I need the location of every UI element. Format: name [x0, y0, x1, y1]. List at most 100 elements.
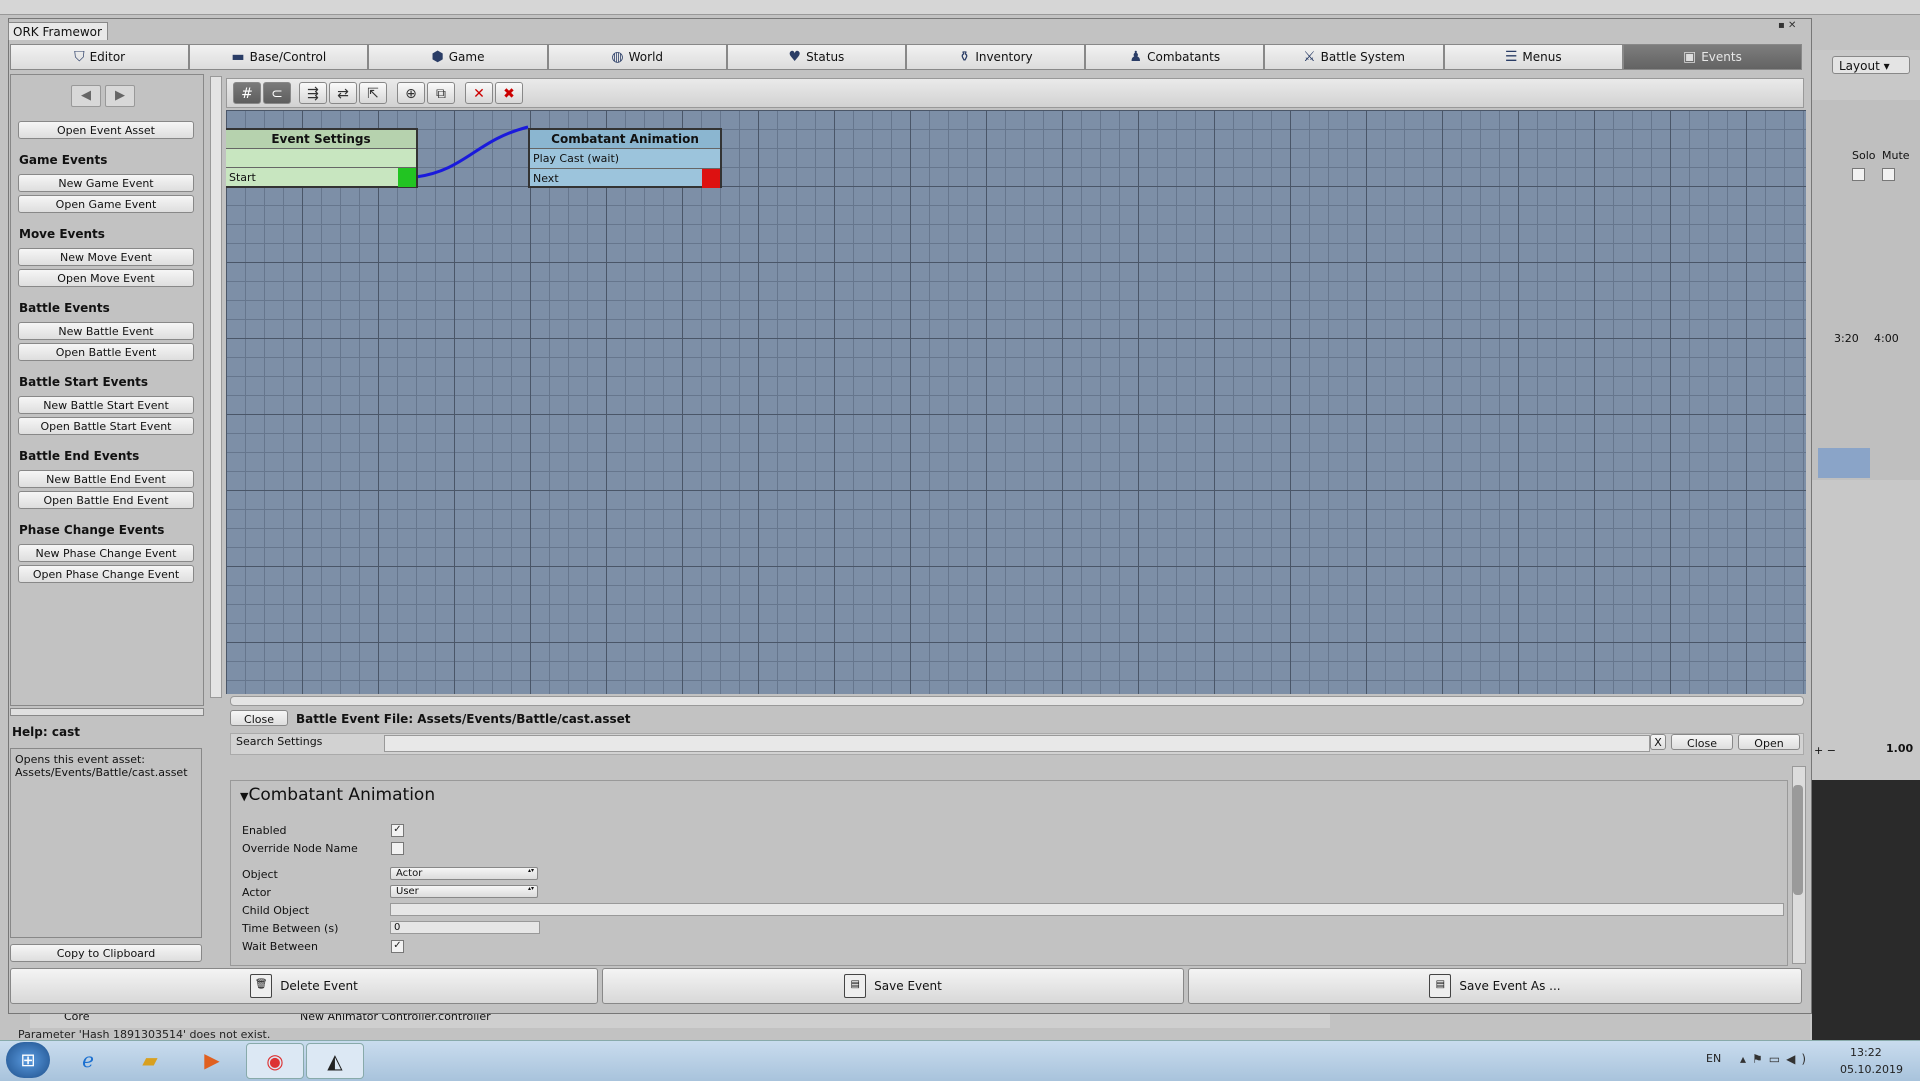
open-search-button[interactable]: Open: [1738, 734, 1800, 750]
new-battle-event-button[interactable]: New Battle Event: [18, 322, 194, 340]
back-arrow-icon[interactable]: ◀: [71, 85, 101, 107]
plus-minus-controls[interactable]: + −: [1814, 744, 1836, 757]
clock-time[interactable]: 13:22: [1850, 1046, 1882, 1059]
save-event-button[interactable]: ▤ Save Event: [602, 968, 1184, 1004]
combatant-animation-node[interactable]: Combatant Animation Play Cast (wait) Nex…: [528, 128, 722, 188]
time-between-input[interactable]: 0: [390, 921, 540, 934]
tab-battle-system[interactable]: ⚔ Battle System: [1264, 44, 1444, 70]
next-port[interactable]: [702, 169, 720, 188]
event-settings-node[interactable]: Event Settings Start: [226, 128, 418, 188]
delete-event-button[interactable]: 🗑 Delete Event: [10, 968, 598, 1004]
scene-preview: [1812, 780, 1920, 1040]
child-object-input[interactable]: [390, 903, 1784, 916]
window-tab[interactable]: ORK Framewor: [8, 22, 108, 40]
object-select[interactable]: Actor: [390, 867, 538, 880]
node-connection: [415, 125, 529, 179]
help-text: Opens this event asset: Assets/Events/Ba…: [10, 748, 202, 938]
snap-icon[interactable]: ⊂: [263, 82, 291, 104]
sword-icon: ⚔: [1303, 49, 1316, 65]
node-graph-canvas[interactable]: Event Settings Start Combatant Animation…: [226, 110, 1806, 694]
copy-node-icon[interactable]: ⧉: [427, 82, 455, 104]
media-player-icon[interactable]: ▶: [184, 1043, 240, 1077]
open-event-asset-button[interactable]: Open Event Asset: [18, 121, 194, 139]
internet-explorer-icon[interactable]: ℯ: [60, 1043, 116, 1077]
tab-status[interactable]: ♥ Status: [726, 44, 907, 70]
search-input[interactable]: [384, 735, 1650, 752]
add-node-icon[interactable]: ⊕: [397, 82, 425, 104]
node-title: Event Settings: [226, 130, 416, 148]
window-controls[interactable]: ▪ ✕: [1778, 20, 1796, 31]
potion-icon: ⚱: [958, 49, 971, 65]
open-battle-start-event-button[interactable]: Open Battle Start Event: [18, 417, 194, 435]
tab-events[interactable]: ▣ Events: [1622, 44, 1803, 70]
globe-icon: ◍: [611, 49, 624, 65]
clear-search-button[interactable]: X: [1650, 734, 1666, 750]
tab-game[interactable]: ⬢ Game: [368, 44, 548, 70]
close-search-button[interactable]: Close: [1671, 734, 1733, 750]
tab-editor[interactable]: ⛉ Editor: [10, 44, 190, 70]
node-info-row: Play Cast (wait): [530, 148, 720, 168]
new-move-event-button[interactable]: New Move Event: [18, 248, 194, 266]
open-move-event-button[interactable]: Open Move Event: [18, 269, 194, 287]
copy-to-clipboard-button[interactable]: Copy to Clipboard: [10, 944, 202, 962]
event-sidebar: ◀ ▶ Open Event Asset Game Events New Gam…: [10, 74, 204, 706]
section-heading: Move Events: [19, 227, 105, 241]
new-game-event-button[interactable]: New Game Event: [18, 174, 194, 192]
file-explorer-icon[interactable]: ▰: [122, 1043, 178, 1077]
open-game-event-button[interactable]: Open Game Event: [18, 195, 194, 213]
delete-all-icon[interactable]: ✖: [495, 82, 523, 104]
settings-scroll-thumb[interactable]: [1793, 785, 1803, 895]
tab-world[interactable]: ◍ World: [547, 44, 727, 70]
unity-icon[interactable]: ◭: [306, 1043, 364, 1079]
animation-clip-block[interactable]: [1818, 448, 1870, 478]
delete-node-icon[interactable]: ✕: [465, 82, 493, 104]
language-indicator[interactable]: EN: [1706, 1052, 1721, 1065]
override-name-label: Override Node Name: [242, 842, 358, 855]
system-tray-icons[interactable]: ▴⚑▭◀): [1740, 1052, 1812, 1066]
open-battle-event-button[interactable]: Open Battle Event: [18, 343, 194, 361]
tab-menus[interactable]: ☰ Menus: [1443, 44, 1623, 70]
heart-icon: ♥: [788, 49, 802, 65]
layout-dropdown[interactable]: Layout ▾: [1832, 56, 1910, 74]
new-battle-start-event-button[interactable]: New Battle Start Event: [18, 396, 194, 414]
vertical-splitter[interactable]: [210, 76, 222, 698]
mute-checkbox[interactable]: [1882, 168, 1895, 181]
tab-base-control[interactable]: ▬ Base/Control: [189, 44, 369, 70]
timeline-mark-b: 4:00: [1874, 332, 1899, 345]
horizontal-scrollbar[interactable]: [230, 696, 1804, 706]
open-phase-change-event-button[interactable]: Open Phase Change Event: [18, 565, 194, 583]
list-icon: ☰: [1504, 49, 1518, 65]
start-button-icon[interactable]: ⊞: [6, 1042, 50, 1078]
new-phase-change-event-button[interactable]: New Phase Change Event: [18, 544, 194, 562]
new-battle-end-event-button[interactable]: New Battle End Event: [18, 470, 194, 488]
actor-label: Actor: [242, 886, 271, 899]
save-as-icon: ▤: [1429, 974, 1452, 998]
tab-combatants[interactable]: ♟ Combatants: [1085, 44, 1265, 70]
align-icon[interactable]: ⇶: [299, 82, 327, 104]
tab-inventory[interactable]: ⚱ Inventory: [906, 44, 1086, 70]
timeline-mark-a: 3:20: [1834, 332, 1859, 345]
clock-date[interactable]: 05.10.2019: [1840, 1063, 1903, 1076]
save-event-as-button[interactable]: ▤ Save Event As ...: [1188, 968, 1802, 1004]
grid-icon[interactable]: #: [233, 82, 261, 104]
wait-between-checkbox[interactable]: ✓: [391, 940, 404, 953]
unity-title-bar: [0, 0, 1920, 15]
forward-arrow-icon[interactable]: ▶: [105, 85, 135, 107]
close-file-button[interactable]: Close: [230, 710, 288, 726]
open-battle-end-event-button[interactable]: Open Battle End Event: [18, 491, 194, 509]
chrome-icon[interactable]: ◉: [246, 1043, 304, 1079]
cube-icon: ⬢: [431, 49, 444, 65]
clapper-icon: ▣: [1682, 49, 1697, 65]
distribute-icon[interactable]: ⇄: [329, 82, 357, 104]
settings-heading[interactable]: ▼Combatant Animation: [240, 785, 435, 805]
enabled-checkbox[interactable]: ✓: [391, 824, 404, 837]
sidebar-splitter[interactable]: [10, 708, 204, 716]
section-heading: Battle Start Events: [19, 375, 149, 389]
start-port[interactable]: [398, 168, 416, 187]
solo-checkbox[interactable]: [1852, 168, 1865, 181]
select-icon[interactable]: ⇱: [359, 82, 387, 104]
actor-select[interactable]: User: [390, 885, 538, 898]
node-port-row: Start: [226, 167, 416, 187]
override-name-checkbox[interactable]: [391, 842, 404, 855]
solo-label: Solo: [1852, 149, 1876, 162]
